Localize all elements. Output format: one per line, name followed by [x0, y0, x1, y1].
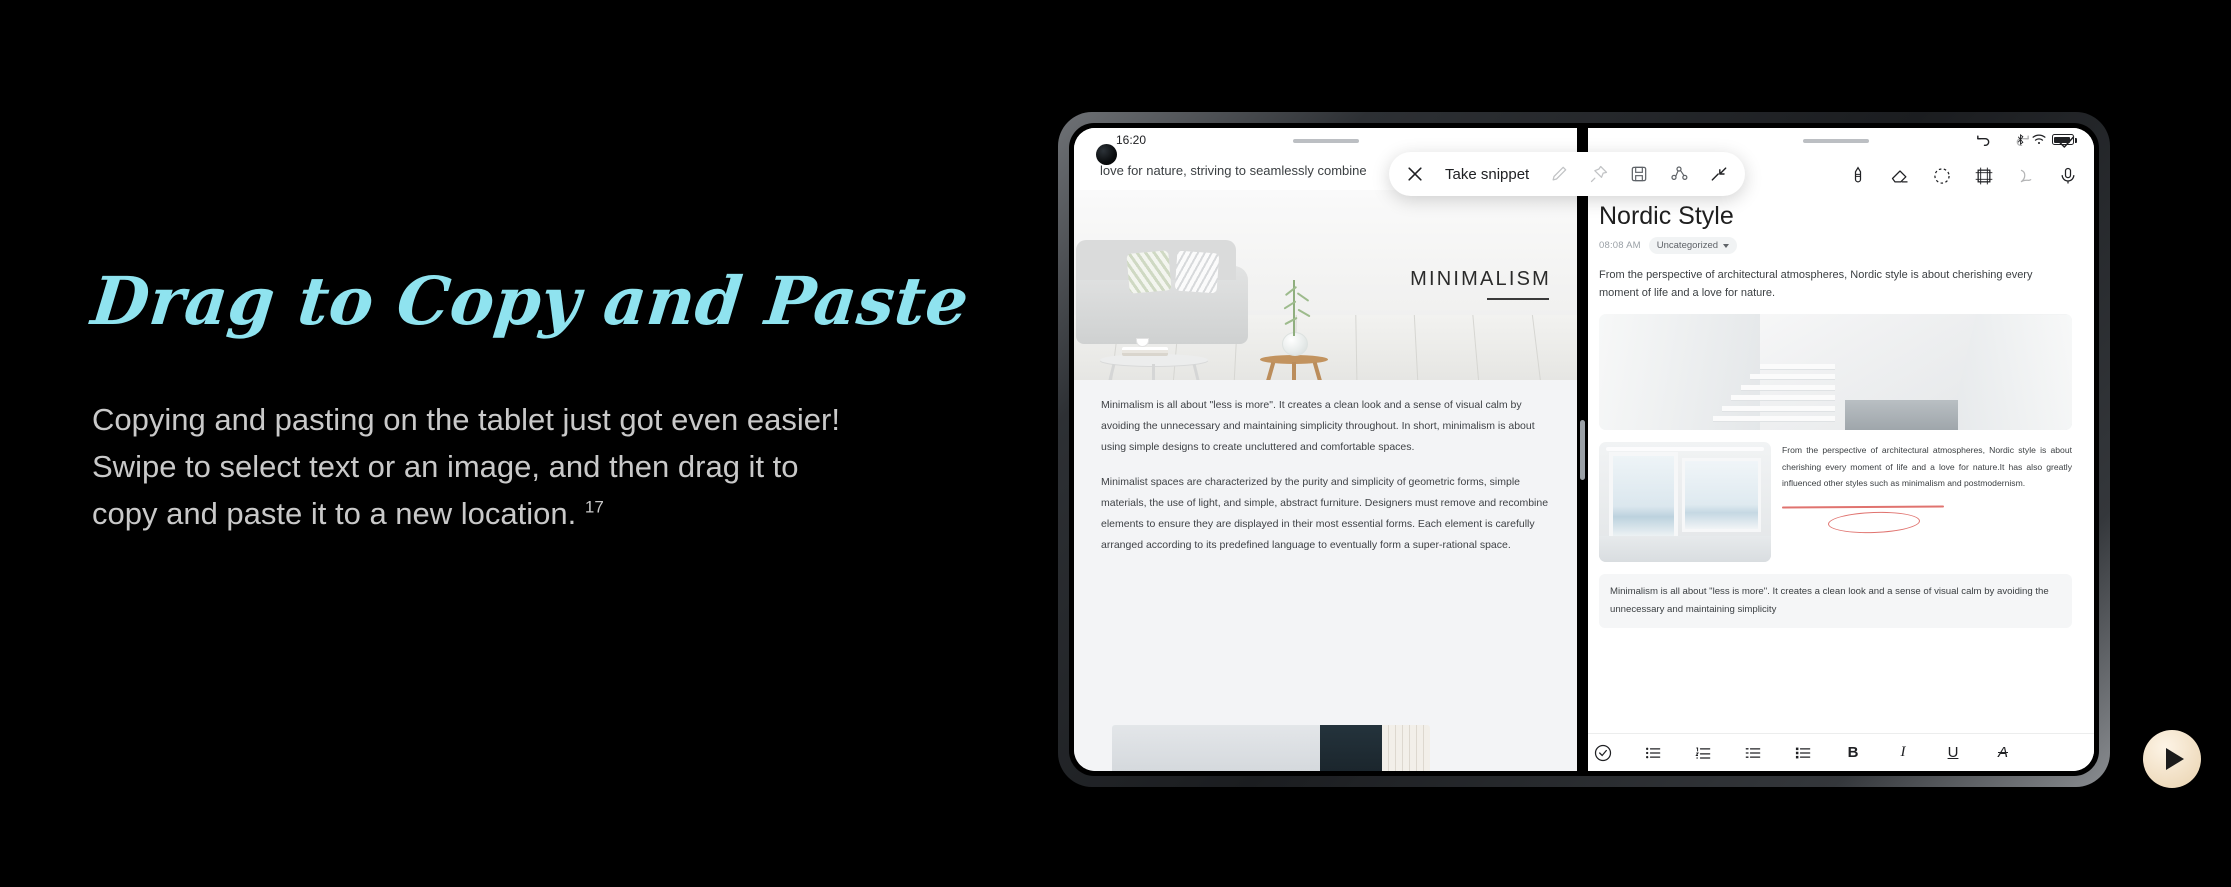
note-lead-paragraph: From the perspective of architectural at… [1599, 269, 2033, 300]
article-paragraph: Minimalist spaces are characterized by t… [1101, 476, 1549, 551]
note-image-seaview-room[interactable] [1599, 442, 1771, 563]
split-screen-divider[interactable] [1577, 128, 1588, 771]
bold-button[interactable]: B [1843, 743, 1863, 763]
article-bottom-image [1112, 725, 1430, 771]
marketing-copy: Drag to Copy and Paste Copying and pasti… [88, 262, 973, 537]
right-pane-notes: Nordic Style 08:08 AM Uncategorized From… [1577, 128, 2094, 771]
numbered-list-icon[interactable] [1693, 743, 1713, 763]
underline-button[interactable]: U [1943, 743, 1963, 763]
collapse-icon[interactable] [1709, 164, 1729, 184]
play-triangle-icon [2165, 748, 2184, 770]
dash-list-icon[interactable] [1743, 743, 1763, 763]
hero-cushion-zigzag [1174, 250, 1220, 294]
note-image-text-row: From the perspective of architectural at… [1599, 442, 2072, 563]
hero-body-text: Copying and pasting on the tablet just g… [92, 396, 852, 537]
hero-title-rule [1487, 298, 1549, 300]
status-clock: 16:20 [1116, 133, 1147, 147]
bullet-list-icon[interactable] [1643, 743, 1663, 763]
split-drag-handle[interactable] [1580, 419, 1585, 480]
frame-icon[interactable] [1974, 166, 1994, 186]
ink-underline-annotation [1781, 505, 1945, 509]
take-snippet-toolbar: Take snippet [1389, 152, 1746, 196]
pen-icon[interactable] [1549, 164, 1569, 184]
checklist-icon[interactable] [1593, 743, 1613, 763]
pasted-snippet-block: Minimalism is all about "less is more". … [1599, 574, 2072, 628]
left-status-bar: 16:20 [1074, 128, 1577, 154]
hero-image-title: MINIMALISM [1410, 268, 1551, 290]
todo-list-icon[interactable] [1793, 743, 1813, 763]
text-format-toolbar: B I U A [1577, 733, 2094, 771]
hero-vase [1282, 332, 1308, 356]
note-content: Nordic Style 08:08 AM Uncategorized From… [1577, 198, 2094, 628]
hero-cushion-leaf [1126, 250, 1172, 294]
note-title[interactable]: Nordic Style [1599, 202, 2072, 231]
front-camera [1096, 144, 1117, 165]
note-image-staircase[interactable] [1599, 314, 2072, 431]
eraser-icon[interactable] [1890, 166, 1910, 186]
save-icon[interactable] [1629, 164, 1649, 184]
microphone-icon[interactable] [2058, 166, 2078, 186]
take-snippet-label: Take snippet [1445, 165, 1530, 183]
note-meta-row: 08:08 AM Uncategorized [1599, 237, 2072, 254]
undo-icon[interactable] [1972, 132, 1992, 152]
tablet-device: 16:20 love for nature, striving to seaml… [1058, 112, 2110, 787]
lasso-select-icon[interactable] [1932, 166, 1952, 186]
pen-icon[interactable] [1848, 166, 1868, 186]
drawing-tools-group [1848, 166, 2078, 186]
tablet-screen: 16:20 love for nature, striving to seaml… [1074, 128, 2094, 771]
redo-icon[interactable] [2014, 132, 2034, 152]
confirm-check-icon[interactable] [2056, 132, 2076, 152]
strikethrough-button[interactable]: A [1993, 743, 2013, 763]
article-paragraph: Minimalism is all about "less is more". … [1101, 399, 1535, 453]
shape-icon[interactable] [2016, 166, 2036, 186]
device-bezel: 16:20 love for nature, striving to seaml… [1069, 123, 2099, 776]
window-grab-handle[interactable] [1292, 139, 1359, 143]
window-grab-handle-right[interactable] [1802, 139, 1869, 143]
chevron-down-icon [1723, 243, 1730, 248]
left-pane-browser: 16:20 love for nature, striving to seaml… [1074, 128, 1577, 771]
article-body: Minimalism is all about "less is more". … [1074, 380, 1577, 556]
close-icon[interactable] [1405, 164, 1425, 184]
pin-icon[interactable] [1589, 164, 1609, 184]
hero-books [1122, 347, 1168, 356]
note-category-label: Uncategorized [1656, 240, 1719, 251]
note-annotated-text: From the perspective of architectural at… [1782, 445, 2072, 489]
footnote-marker: 17 [584, 497, 604, 517]
note-action-group [1972, 132, 2076, 152]
page-title: Drag to Copy and Paste [87, 262, 973, 340]
promo-page: Drag to Copy and Paste Copying and pasti… [0, 0, 2231, 887]
note-category-chip[interactable]: Uncategorized [1648, 237, 1738, 254]
share-node-icon[interactable] [1669, 164, 1689, 184]
note-timestamp: 08:08 AM [1599, 240, 1641, 251]
hero-sofa [1076, 240, 1248, 344]
article-hero-image: MINIMALISM [1074, 190, 1577, 380]
hero-body-sentence: Copying and pasting on the tablet just g… [92, 402, 840, 532]
italic-button[interactable]: I [1893, 743, 1913, 763]
play-button[interactable] [2143, 730, 2201, 788]
ink-circle-annotation [1827, 510, 1921, 535]
note-annotated-paragraph: From the perspective of architectural at… [1781, 442, 2072, 562]
hero-side-table [1260, 355, 1328, 380]
